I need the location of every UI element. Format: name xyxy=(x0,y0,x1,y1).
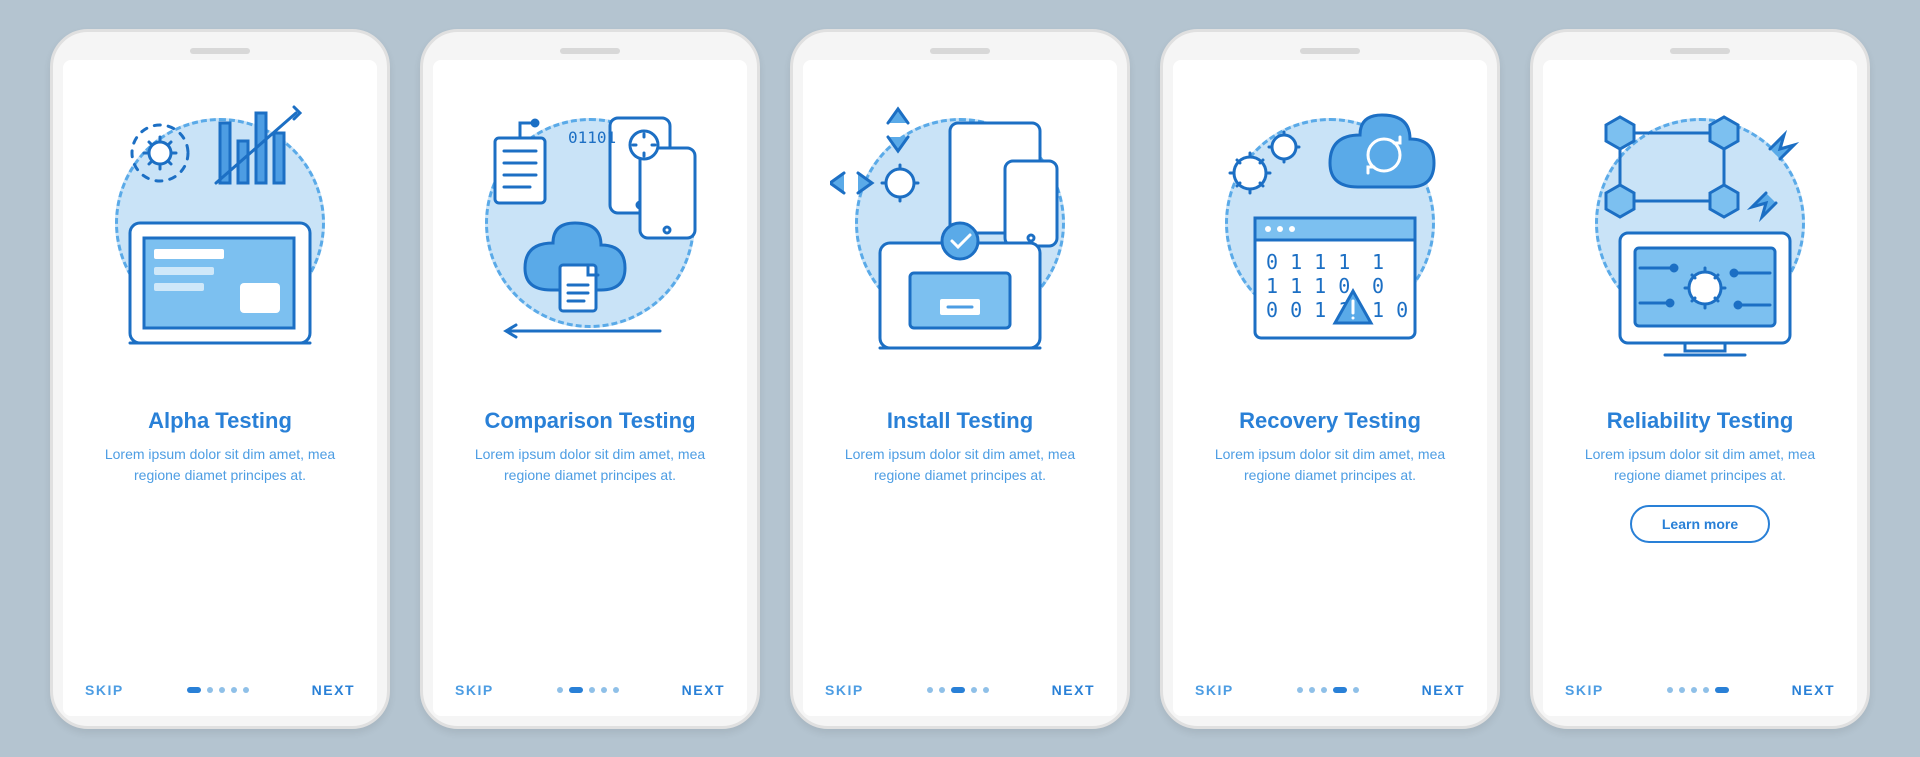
screen-desc: Lorem ipsum dolor sit dim amet, mea regi… xyxy=(449,434,731,487)
screen: Reliability Testing Lorem ipsum dolor si… xyxy=(1543,60,1857,716)
screen-title: Install Testing xyxy=(819,408,1101,434)
speaker-slot xyxy=(190,48,250,54)
illustration-install xyxy=(819,78,1101,388)
learn-more-button[interactable]: Learn more xyxy=(1630,505,1770,543)
next-button[interactable]: NEXT xyxy=(1422,682,1465,698)
speaker-slot xyxy=(1300,48,1360,54)
page-dots xyxy=(557,687,619,693)
skip-button[interactable]: SKIP xyxy=(825,682,864,698)
svg-text:01101: 01101 xyxy=(568,128,616,147)
svg-text:1: 1 xyxy=(1372,250,1384,274)
phone-install: Install Testing Lorem ipsum dolor sit di… xyxy=(790,29,1130,729)
next-button[interactable]: NEXT xyxy=(1792,682,1835,698)
phone-reliability: Reliability Testing Lorem ipsum dolor si… xyxy=(1530,29,1870,729)
phone-recovery: 0 1 1 1 1 1 1 0 0 0 1 1 1 0 1 0 Recovery… xyxy=(1160,29,1500,729)
illustration-recovery: 0 1 1 1 1 1 1 0 0 0 1 1 1 0 1 0 xyxy=(1189,78,1471,388)
screen-title: Reliability Testing xyxy=(1559,408,1841,434)
nav-bar: SKIP NEXT xyxy=(1559,674,1841,702)
nav-bar: SKIP NEXT xyxy=(79,674,361,702)
screen-title: Alpha Testing xyxy=(79,408,361,434)
screen: 0 1 1 1 1 1 1 0 0 0 1 1 1 0 1 0 Recovery… xyxy=(1173,60,1487,716)
next-button[interactable]: NEXT xyxy=(1052,682,1095,698)
page-dots xyxy=(1667,687,1729,693)
speaker-slot xyxy=(930,48,990,54)
svg-text:0: 0 xyxy=(1372,274,1384,298)
screen-desc: Lorem ipsum dolor sit dim amet, mea regi… xyxy=(1559,434,1841,487)
illustration-comparison: 01101 1001 0011 xyxy=(449,78,731,388)
skip-button[interactable]: SKIP xyxy=(455,682,494,698)
screen: 01101 1001 0011 Comparison Testing Lorem… xyxy=(433,60,747,716)
phone-alpha: Alpha Testing Lorem ipsum dolor sit dim … xyxy=(50,29,390,729)
screen-desc: Lorem ipsum dolor sit dim amet, mea regi… xyxy=(79,434,361,487)
screen-title: Recovery Testing xyxy=(1189,408,1471,434)
screen-desc: Lorem ipsum dolor sit dim amet, mea regi… xyxy=(1189,434,1471,487)
screen: Alpha Testing Lorem ipsum dolor sit dim … xyxy=(63,60,377,716)
illustration-reliability xyxy=(1559,78,1841,388)
next-button[interactable]: NEXT xyxy=(682,682,725,698)
svg-text:1 0: 1 0 xyxy=(1372,298,1408,322)
screen: Install Testing Lorem ipsum dolor sit di… xyxy=(803,60,1117,716)
speaker-slot xyxy=(560,48,620,54)
page-dots xyxy=(927,687,989,693)
nav-bar: SKIP NEXT xyxy=(1189,674,1471,702)
skip-button[interactable]: SKIP xyxy=(1195,682,1234,698)
svg-text:0 1 1 1: 0 1 1 1 xyxy=(1266,250,1350,274)
screen-title: Comparison Testing xyxy=(449,408,731,434)
nav-bar: SKIP NEXT xyxy=(449,674,731,702)
page-dots xyxy=(187,687,249,693)
phone-comparison: 01101 1001 0011 Comparison Testing Lorem… xyxy=(420,29,760,729)
svg-text:1 1 1 0: 1 1 1 0 xyxy=(1266,274,1350,298)
skip-button[interactable]: SKIP xyxy=(85,682,124,698)
skip-button[interactable]: SKIP xyxy=(1565,682,1604,698)
speaker-slot xyxy=(1670,48,1730,54)
page-dots xyxy=(1297,687,1359,693)
illustration-alpha xyxy=(79,78,361,388)
next-button[interactable]: NEXT xyxy=(312,682,355,698)
screen-desc: Lorem ipsum dolor sit dim amet, mea regi… xyxy=(819,434,1101,487)
nav-bar: SKIP NEXT xyxy=(819,674,1101,702)
